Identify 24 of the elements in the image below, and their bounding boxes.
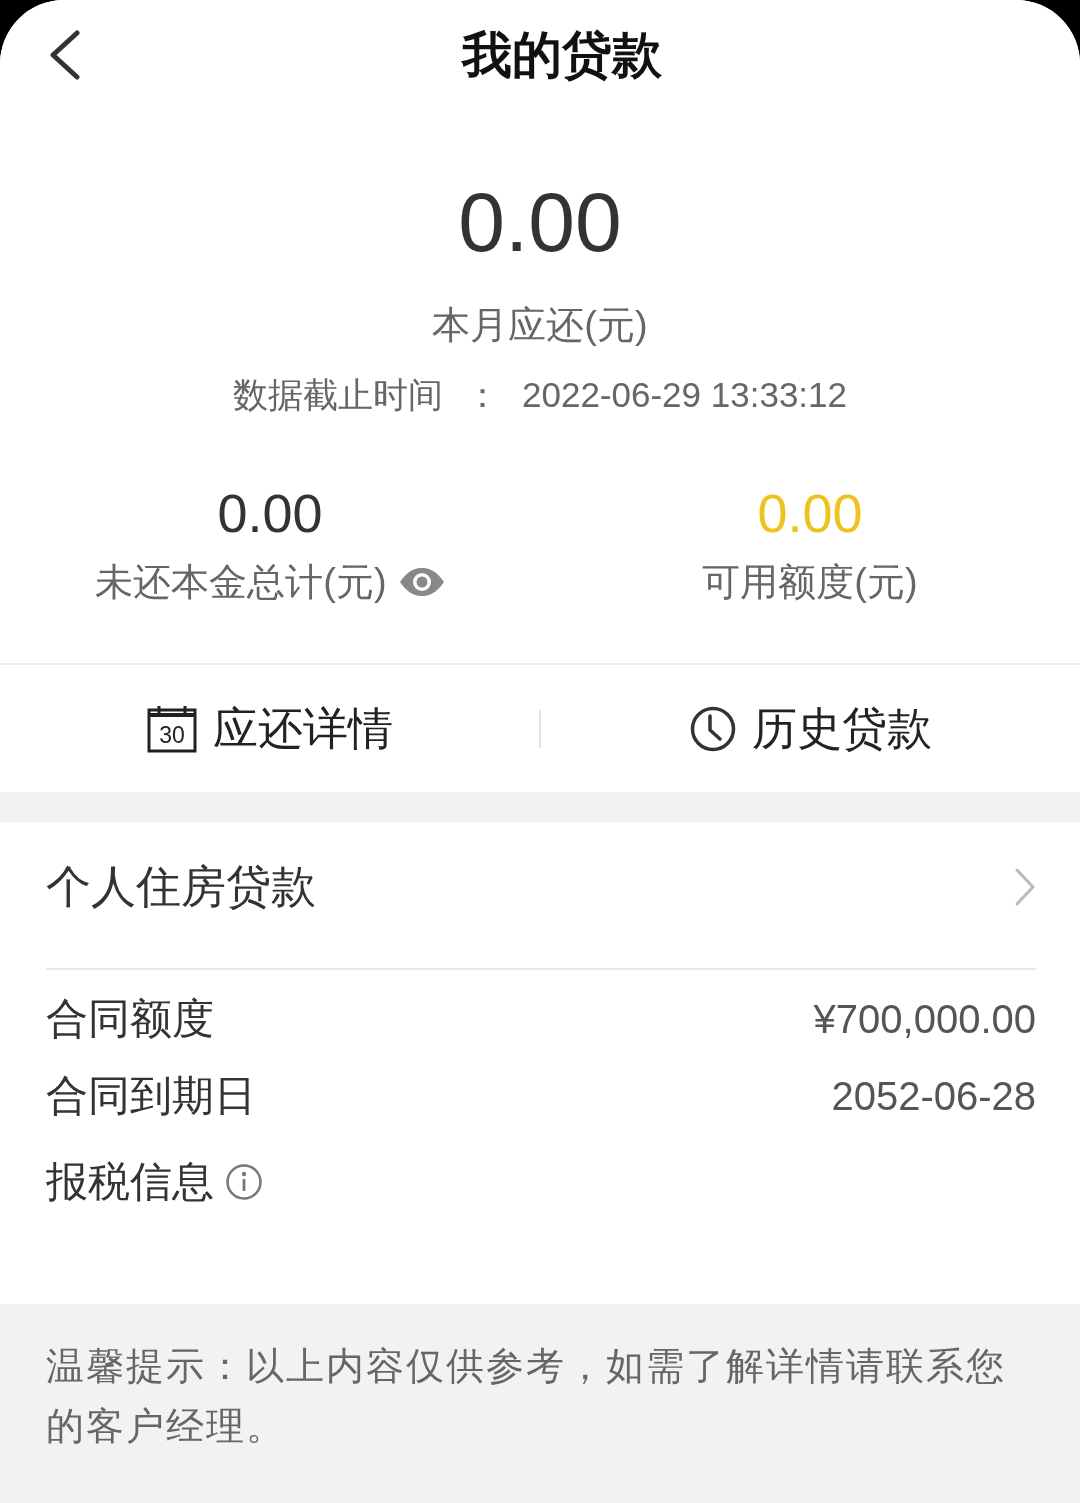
back-icon — [47, 30, 81, 80]
action-button[interactable]: 30 应还详情 — [146, 700, 393, 757]
notice-text: 温馨提示：以上内容仅供参考，如需了解详情请联系您的客户经理。 — [46, 1344, 1007, 1449]
eye-icon[interactable] — [398, 567, 445, 597]
info-icon[interactable] — [226, 1164, 262, 1200]
monthly-due-label: 本月应还(元) — [432, 303, 648, 348]
stat-label: 可用额度(元) — [702, 560, 918, 605]
stat-value: 0.00 — [217, 483, 323, 543]
page-title: 我的贷款 — [462, 26, 662, 85]
stat-value: 0.00 — [757, 483, 863, 543]
cutoff-label: 数据截止时间 — [233, 374, 443, 416]
field-label: 合同到期日 — [46, 1070, 256, 1121]
loan-entry[interactable]: 个人住房贷款 — [46, 822, 1036, 970]
cutoff-time: 2022-06-29 13:33:12 — [522, 374, 847, 416]
clock-icon — [689, 705, 736, 752]
chevron-right-icon — [1014, 867, 1036, 907]
monthly-due-amount: 0.00 — [458, 180, 622, 264]
action-button[interactable]: 历史贷款 — [689, 700, 932, 757]
stat-label: 未还本金总计(元) — [95, 560, 387, 605]
cutoff-separator: ： — [465, 374, 500, 416]
field-value: 2052-06-28 — [831, 1072, 1036, 1120]
field-value: ¥700,000.00 — [813, 995, 1036, 1043]
field-label: 报税信息 — [46, 1157, 214, 1207]
field-label: 合同额度 — [46, 993, 214, 1044]
